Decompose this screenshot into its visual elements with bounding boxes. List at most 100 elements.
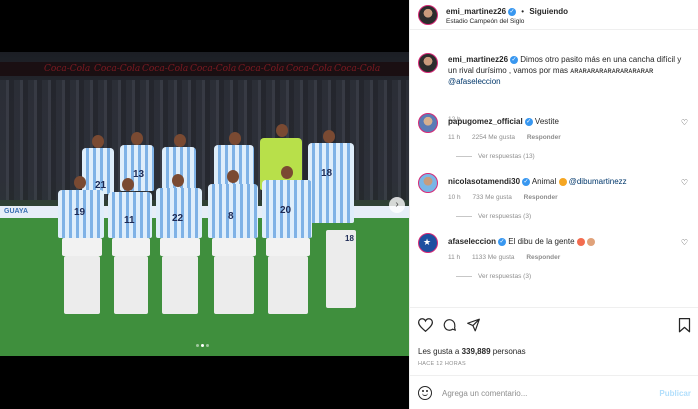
author-avatar[interactable] (418, 5, 438, 25)
comment-like-icon[interactable]: ♡ (681, 178, 688, 187)
comments-thread: emi_martinez26 ✓ Dimos otro pasito más en… (410, 31, 698, 306)
jersey-number: 20 (280, 205, 292, 216)
likes-prefix: Les gusta a (418, 347, 460, 356)
player-shorts (212, 238, 256, 256)
post-caption: emi_martinez26 ✓ Dimos otro pasito más en… (418, 53, 688, 123)
save-button[interactable] (678, 318, 691, 335)
commenter-username[interactable]: papugomez_official (448, 117, 523, 126)
billboard-brand-text: Coca-Cola (334, 64, 381, 74)
player-legs (214, 256, 254, 314)
send-icon (467, 318, 480, 332)
comment-text: El dibu de la gente (508, 237, 575, 246)
post-timestamp[interactable]: HACE 12 HORAS (418, 361, 466, 367)
comment-button[interactable] (442, 318, 457, 334)
comment-reply-button[interactable]: Responder (526, 254, 560, 261)
comment-reply-button[interactable]: Responder (527, 134, 561, 141)
heart-icon (417, 318, 434, 333)
comment-item: ★ afaseleccion ✓ El dibu de la gente ♡ 11… (418, 233, 688, 293)
verified-badge-icon: ✓ (524, 117, 533, 126)
publish-button[interactable]: Publicar (659, 389, 691, 398)
billboard-brand-text: Coca-Cola (286, 64, 333, 74)
post-photo[interactable]: Coca-Cola Coca-Cola Coca-Cola Coca-Cola … (0, 52, 409, 356)
view-replies-label: Ver respuestas (3) (478, 273, 532, 280)
caption-author-avatar[interactable] (418, 53, 438, 73)
comment-time: 10 h (448, 194, 461, 201)
player-shorts (266, 238, 310, 256)
view-replies-button[interactable]: Ver respuestas (3) (456, 213, 531, 220)
share-button[interactable] (466, 318, 481, 334)
player-legs (162, 256, 198, 314)
caption-text-block: emi_martinez26 ✓ Dimos otro pasito más en… (448, 54, 684, 87)
player-head (131, 132, 143, 145)
billboard-brand-text: Coca-Cola (44, 64, 91, 74)
comment-text-block: papugomez_official ✓ Vestite (448, 116, 684, 127)
comment-input[interactable] (442, 385, 642, 401)
comment-bubble-icon (443, 319, 456, 331)
like-button[interactable] (417, 318, 434, 334)
comment-reply-button[interactable]: Responder (524, 194, 558, 201)
comment-likes[interactable]: 2254 Me gusta (472, 134, 515, 141)
commenter-username[interactable]: afaseleccion (448, 237, 496, 246)
post-side-panel: emi_martinez26 ✓ • Siguiendo Estadio Camp… (409, 0, 698, 409)
likes-summary[interactable]: Les gusta a 339,889 personas (418, 347, 526, 356)
player-head (174, 134, 186, 147)
author-username[interactable]: emi_martinez26 (446, 7, 506, 16)
commenter-username[interactable]: nicolasotamendi30 (448, 177, 520, 186)
commenter-avatar[interactable]: ★ (418, 233, 438, 253)
verified-badge-icon: ✓ (498, 237, 507, 246)
afa-crest-icon: ★ (423, 237, 432, 247)
commenter-avatar[interactable] (418, 113, 438, 133)
commenter-avatar[interactable] (418, 173, 438, 193)
jersey-number: 22 (172, 213, 184, 224)
shorts-number: 18 (345, 234, 354, 243)
post-location[interactable]: Estadio Campeón del Siglo (446, 18, 524, 25)
post-action-bar: Les gusta a 339,889 personas HACE 12 HOR… (410, 307, 698, 373)
muscle-emoji-icon (558, 177, 567, 186)
comment-like-icon[interactable]: ♡ (681, 238, 688, 247)
player-head (74, 176, 86, 189)
comment-time: 11 h (448, 254, 461, 261)
jersey-number: 19 (74, 207, 86, 218)
view-replies-button[interactable]: Ver respuestas (3) (456, 273, 531, 280)
view-replies-button[interactable]: Ver respuestas (13) (456, 153, 535, 160)
carousel-dot (206, 344, 209, 347)
comment-like-icon[interactable]: ♡ (681, 118, 688, 127)
billboard-brand-text: Coca-Cola (238, 64, 285, 74)
player-head (323, 130, 335, 143)
emoji-picker-icon[interactable] (418, 386, 432, 400)
post-header: emi_martinez26 ✓ • Siguiendo Estadio Camp… (410, 0, 698, 30)
jersey-number: 18 (321, 168, 333, 179)
comment-item: nicolasotamendi30 ✓ Animal @dibumartinezz… (418, 173, 688, 233)
comment-text: Vestite (534, 117, 559, 126)
player-shorts (160, 238, 200, 256)
verified-badge-icon: ✓ (510, 55, 519, 64)
carousel-dot (201, 344, 204, 347)
player-head (92, 135, 104, 148)
likes-count: 339,889 (461, 347, 491, 356)
advertising-board-text: GUAYA (4, 208, 28, 215)
comment-likes[interactable]: 733 Me gusta (472, 194, 511, 201)
comment-composer: Publicar (410, 375, 698, 409)
carousel-next-button[interactable]: › (389, 197, 405, 213)
caption-username[interactable]: emi_martinez26 (448, 55, 508, 64)
jersey-number: 11 (124, 215, 135, 226)
player-head (122, 178, 134, 191)
player-shorts (112, 238, 150, 256)
verified-badge-icon: ✓ (522, 177, 531, 186)
comment-meta: 11 h 2254 Me gusta Responder (448, 134, 571, 141)
verified-badge-icon: ✓ (508, 7, 517, 16)
player-head (281, 166, 293, 179)
comment-item: papugomez_official ✓ Vestite ♡ 11 h 2254 … (418, 113, 688, 173)
caption-mention-link[interactable]: @afaseleccion (448, 77, 501, 86)
following-button[interactable]: Siguiendo (529, 7, 568, 16)
player-head (172, 174, 184, 187)
comment-meta: 11 h 1133 Me gusta Responder (448, 254, 570, 261)
comment-likes[interactable]: 1133 Me gusta (472, 254, 515, 261)
likes-suffix: personas (492, 347, 526, 356)
jersey-number: 8 (228, 211, 234, 222)
player (308, 143, 354, 223)
player-legs (64, 256, 100, 314)
bookmark-icon (678, 318, 691, 333)
player-head (229, 132, 241, 145)
comment-mention-link[interactable]: @dibumartinezz (569, 177, 627, 186)
